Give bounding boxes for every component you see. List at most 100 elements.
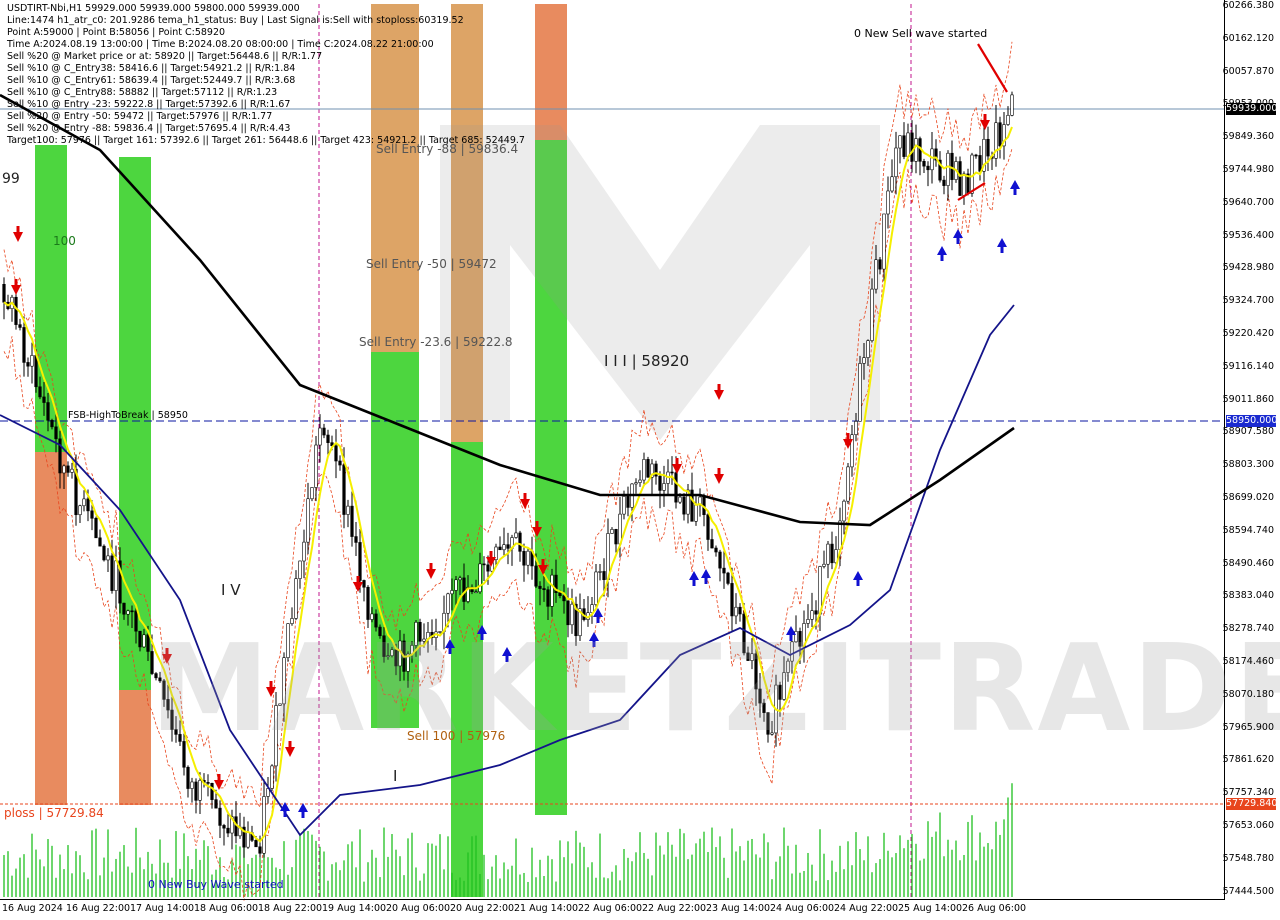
- candle-body: [734, 606, 738, 617]
- candle-body: [614, 529, 618, 545]
- candle-body: [502, 544, 506, 551]
- candle-body: [986, 138, 990, 157]
- candle-body: [610, 529, 614, 534]
- candle-body: [882, 213, 886, 270]
- candle-body: [370, 613, 374, 620]
- candle-body: [462, 577, 466, 602]
- candle-body: [1010, 94, 1014, 116]
- candle-body: [862, 357, 866, 364]
- candle-body: [318, 427, 322, 446]
- price-tick-label: 60162.120: [1222, 32, 1274, 44]
- candle-body: [326, 434, 330, 443]
- candle-body: [974, 154, 978, 157]
- candle-body: [246, 832, 250, 848]
- time-tick-label: 24 Aug 22:00: [834, 903, 899, 914]
- candle-body: [42, 396, 46, 403]
- price-tick-label: 58383.040: [1222, 590, 1274, 602]
- price-tick-label: 58699.020: [1222, 492, 1274, 503]
- sell-entry-88-label: Sell Entry -88 | 59836.4: [376, 142, 519, 156]
- new-buy-wave-label: 0 New Buy Wave started: [148, 878, 284, 891]
- candle-body: [822, 563, 826, 567]
- info-line: Line:1474 h1_atr_c0: 201.9286 tema_h1_st…: [7, 15, 464, 26]
- buy-arrow-icon: [853, 571, 863, 586]
- price-tick-label: 59324.700: [1222, 295, 1274, 307]
- candle-body: [558, 592, 562, 596]
- candle-body: [718, 551, 722, 569]
- candle-body: [222, 825, 226, 829]
- candle-body: [514, 532, 518, 538]
- buy-arrow-icon: [937, 246, 947, 261]
- candle-body: [962, 173, 966, 196]
- info-line: Sell %10 @ C_Entry61: 58639.4 || Target:…: [7, 75, 296, 86]
- zone-bar: [371, 4, 419, 352]
- candle-body: [842, 500, 846, 522]
- candle-body: [706, 514, 710, 540]
- candle-body: [710, 539, 714, 549]
- candle-body: [218, 807, 222, 826]
- candle-body: [694, 504, 698, 522]
- price-tick-label: 59536.400: [1222, 229, 1274, 241]
- info-line: Sell %20 @ Entry -88: 59836.4 || Target:…: [7, 123, 291, 134]
- candle-body: [122, 602, 126, 615]
- price-tick-label: 59116.140: [1222, 360, 1274, 372]
- candle-body: [890, 176, 894, 192]
- price-tick-label: 57757.340: [1222, 787, 1274, 799]
- candle-body: [106, 555, 110, 561]
- candle-body: [1006, 115, 1010, 125]
- candle-body: [674, 472, 678, 503]
- candle-body: [62, 465, 66, 474]
- candle-body: [302, 541, 306, 562]
- candle-body: [542, 588, 546, 591]
- candle-body: [810, 610, 814, 620]
- time-tick-label: 26 Aug 06:00: [962, 903, 1027, 914]
- candle-body: [342, 464, 346, 515]
- candle-body: [826, 543, 830, 565]
- time-tick-label: 24 Aug 06:00: [770, 903, 835, 914]
- info-line: USDTIRT-Nbi,H1 59929.000 59939.000 59800…: [7, 3, 300, 14]
- zone-bar: [535, 4, 567, 140]
- candle-body: [254, 840, 258, 848]
- value-100-label: 100: [53, 234, 76, 248]
- info-line: Point A:59000 | Point B:58056 | Point C:…: [7, 27, 226, 38]
- wave-iv-label: I V: [221, 581, 241, 599]
- candle-body: [338, 460, 342, 466]
- candle-body: [682, 496, 686, 515]
- candle-body: [358, 542, 362, 581]
- price-tick-label: 57653.060: [1222, 820, 1274, 831]
- candle-body: [658, 475, 662, 491]
- sell-arrow-icon: [11, 279, 21, 295]
- candle-body: [458, 577, 462, 581]
- candle-body: [874, 259, 878, 290]
- candle-body: [738, 606, 742, 615]
- candle-body: [314, 444, 318, 488]
- candle-body: [958, 161, 962, 196]
- time-tick-label: 18 Aug 06:00: [194, 903, 259, 914]
- candle-body: [526, 550, 530, 566]
- candle-body: [894, 147, 898, 178]
- candle-body: [46, 402, 50, 421]
- candle-body: [902, 135, 906, 157]
- candle-body: [926, 165, 930, 171]
- candle-body: [946, 152, 950, 186]
- candle-body: [546, 589, 550, 607]
- candle-body: [450, 590, 454, 595]
- candle-body: [354, 536, 358, 543]
- price-tick-label: 59640.700: [1222, 196, 1274, 208]
- price-tick-label: 59744.980: [1222, 164, 1274, 175]
- sell-arrow-icon: [13, 226, 23, 242]
- candle-body: [258, 846, 262, 854]
- price-tick-label: 58490.460: [1222, 557, 1274, 569]
- candle-body: [866, 340, 870, 358]
- candle-body: [730, 583, 734, 617]
- candle-body: [30, 355, 34, 367]
- candle-body: [922, 161, 926, 167]
- candle-body: [594, 571, 598, 605]
- candle-body: [38, 386, 42, 398]
- buy-arrow-icon: [1010, 180, 1020, 195]
- info-line: Sell %20 @ Market price or at: 58920 || …: [7, 51, 323, 62]
- candle-body: [50, 419, 54, 428]
- candle-body: [634, 482, 638, 485]
- candle-body: [70, 468, 74, 473]
- candle-body: [194, 781, 198, 801]
- candle-body: [454, 579, 458, 591]
